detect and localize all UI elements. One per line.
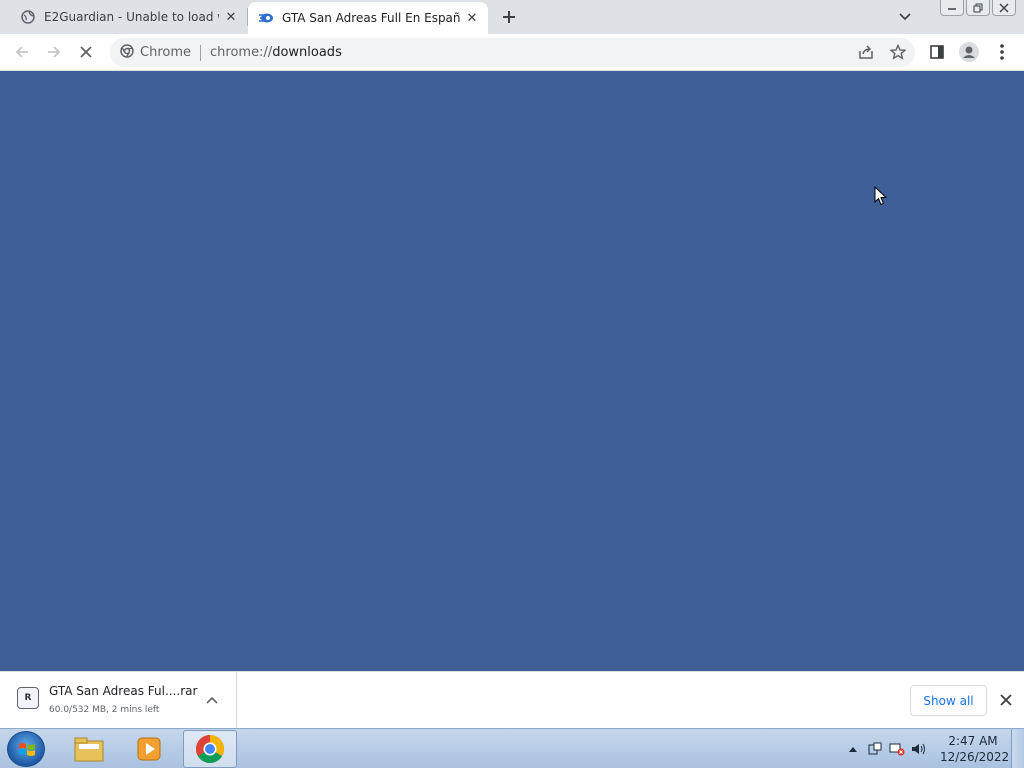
url-prefix: chrome:// bbox=[210, 45, 273, 60]
taskbar-clock[interactable]: 2:47 AM 12/26/2022 bbox=[940, 733, 1010, 765]
address-divider bbox=[200, 44, 201, 61]
download-filename: GTA San Adreas Ful....rar bbox=[49, 684, 198, 698]
close-tab-icon[interactable]: ✕ bbox=[464, 10, 480, 26]
back-arrow-icon[interactable] bbox=[10, 40, 34, 64]
mediafire-icon bbox=[258, 10, 274, 26]
mouse-cursor-icon bbox=[874, 186, 888, 206]
chrome-taskbar-button[interactable] bbox=[183, 730, 237, 768]
page-content[interactable] bbox=[0, 71, 1024, 671]
network-error-icon[interactable] bbox=[886, 739, 908, 759]
globe-icon bbox=[20, 9, 36, 25]
clock-time: 2:47 AM bbox=[948, 734, 998, 748]
kebab-menu-icon[interactable] bbox=[990, 40, 1014, 64]
share-icon[interactable] bbox=[854, 40, 878, 64]
tab-e2guardian[interactable]: E2Guardian - Unable to load web ✕ bbox=[0, 0, 247, 34]
chrome-icon bbox=[196, 735, 224, 763]
tab-strip: E2Guardian - Unable to load web ✕ GTA Sa… bbox=[0, 0, 1024, 34]
clock-date: 12/26/2022 bbox=[940, 750, 1010, 764]
address-bar[interactable]: Chrome chrome://downloads bbox=[110, 38, 915, 67]
url-text: chrome://downloads bbox=[210, 45, 342, 60]
show-all-button[interactable]: Show all bbox=[910, 685, 987, 716]
browser-toolbar: Chrome chrome://downloads bbox=[0, 34, 1024, 71]
tab-title: E2Guardian - Unable to load web bbox=[44, 10, 219, 24]
media-player-icon bbox=[137, 737, 161, 761]
show-hidden-icons-icon[interactable] bbox=[842, 739, 864, 759]
windows-logo-icon bbox=[19, 743, 35, 756]
chrome-page-icon bbox=[120, 43, 134, 62]
tab-gta-active[interactable]: GTA San Adreas Full En Español ✕ bbox=[248, 2, 488, 34]
download-shelf: R GTA San Adreas Ful....rar 60.0/532 MB,… bbox=[0, 671, 1024, 728]
minimize-button[interactable] bbox=[940, 0, 964, 16]
close-tab-icon[interactable]: ✕ bbox=[223, 9, 239, 25]
stop-loading-icon[interactable] bbox=[74, 40, 98, 64]
restore-button[interactable] bbox=[966, 0, 990, 16]
side-panel-icon[interactable] bbox=[925, 40, 949, 64]
volume-icon[interactable] bbox=[908, 739, 930, 759]
action-center-icon[interactable] bbox=[864, 739, 886, 759]
url-host: downloads bbox=[272, 45, 342, 60]
forward-arrow-icon[interactable] bbox=[42, 40, 66, 64]
explorer-taskbar-button[interactable] bbox=[62, 730, 116, 768]
system-tray bbox=[842, 729, 930, 768]
download-item[interactable]: R GTA San Adreas Ful....rar 60.0/532 MB,… bbox=[0, 672, 237, 728]
close-icon[interactable] bbox=[997, 691, 1015, 709]
chevron-up-icon[interactable] bbox=[204, 692, 220, 708]
address-chip: Chrome bbox=[140, 45, 191, 60]
window-controls bbox=[938, 0, 1016, 16]
start-button[interactable] bbox=[7, 731, 45, 767]
media-player-taskbar-button[interactable] bbox=[122, 730, 176, 768]
chevron-down-icon[interactable] bbox=[895, 7, 915, 27]
close-window-button[interactable] bbox=[992, 0, 1016, 16]
show-desktop-button[interactable] bbox=[1011, 729, 1024, 768]
profile-avatar-icon[interactable] bbox=[957, 40, 981, 64]
download-status: 60.0/532 MB, 2 mins left bbox=[49, 705, 160, 715]
folder-icon bbox=[74, 737, 104, 762]
windows-taskbar: 2:47 AM 12/26/2022 bbox=[0, 728, 1024, 768]
bookmark-star-icon[interactable] bbox=[886, 40, 910, 64]
rar-file-icon: R bbox=[17, 687, 39, 709]
tab-title: GTA San Adreas Full En Español bbox=[282, 11, 460, 25]
new-tab-button[interactable] bbox=[498, 6, 520, 28]
